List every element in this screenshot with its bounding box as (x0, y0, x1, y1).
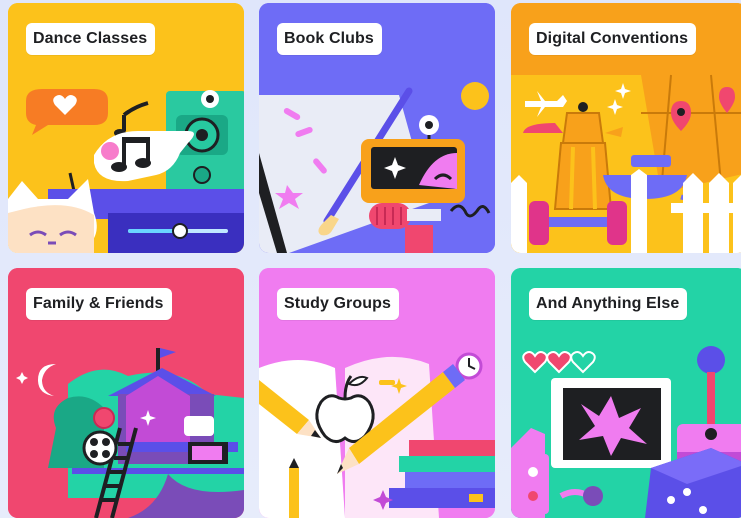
card-dance-classes[interactable]: Dance Classes (8, 3, 244, 253)
card-digital-conventions[interactable]: Digital Conventions (511, 3, 741, 253)
card-title: Study Groups (277, 288, 399, 320)
card-title: Dance Classes (26, 23, 156, 55)
card-title: Book Clubs (277, 23, 382, 55)
tv-screen-icon (551, 378, 671, 468)
film-reel-icon (82, 430, 118, 466)
card-title: And Anything Else (529, 288, 688, 320)
card-title: Family & Friends (26, 288, 172, 320)
volume-slider-icon (172, 223, 188, 239)
card-family-friends[interactable]: Family & Friends (8, 268, 244, 518)
card-book-clubs[interactable]: Book Clubs (259, 3, 495, 253)
card-title: Digital Conventions (529, 23, 697, 55)
card-and-anything-else[interactable]: And Anything Else (511, 268, 741, 518)
card-study-groups[interactable]: Study Groups (259, 268, 495, 518)
category-grid: Dance Classes Book Clubs Digital Convent… (0, 0, 741, 518)
